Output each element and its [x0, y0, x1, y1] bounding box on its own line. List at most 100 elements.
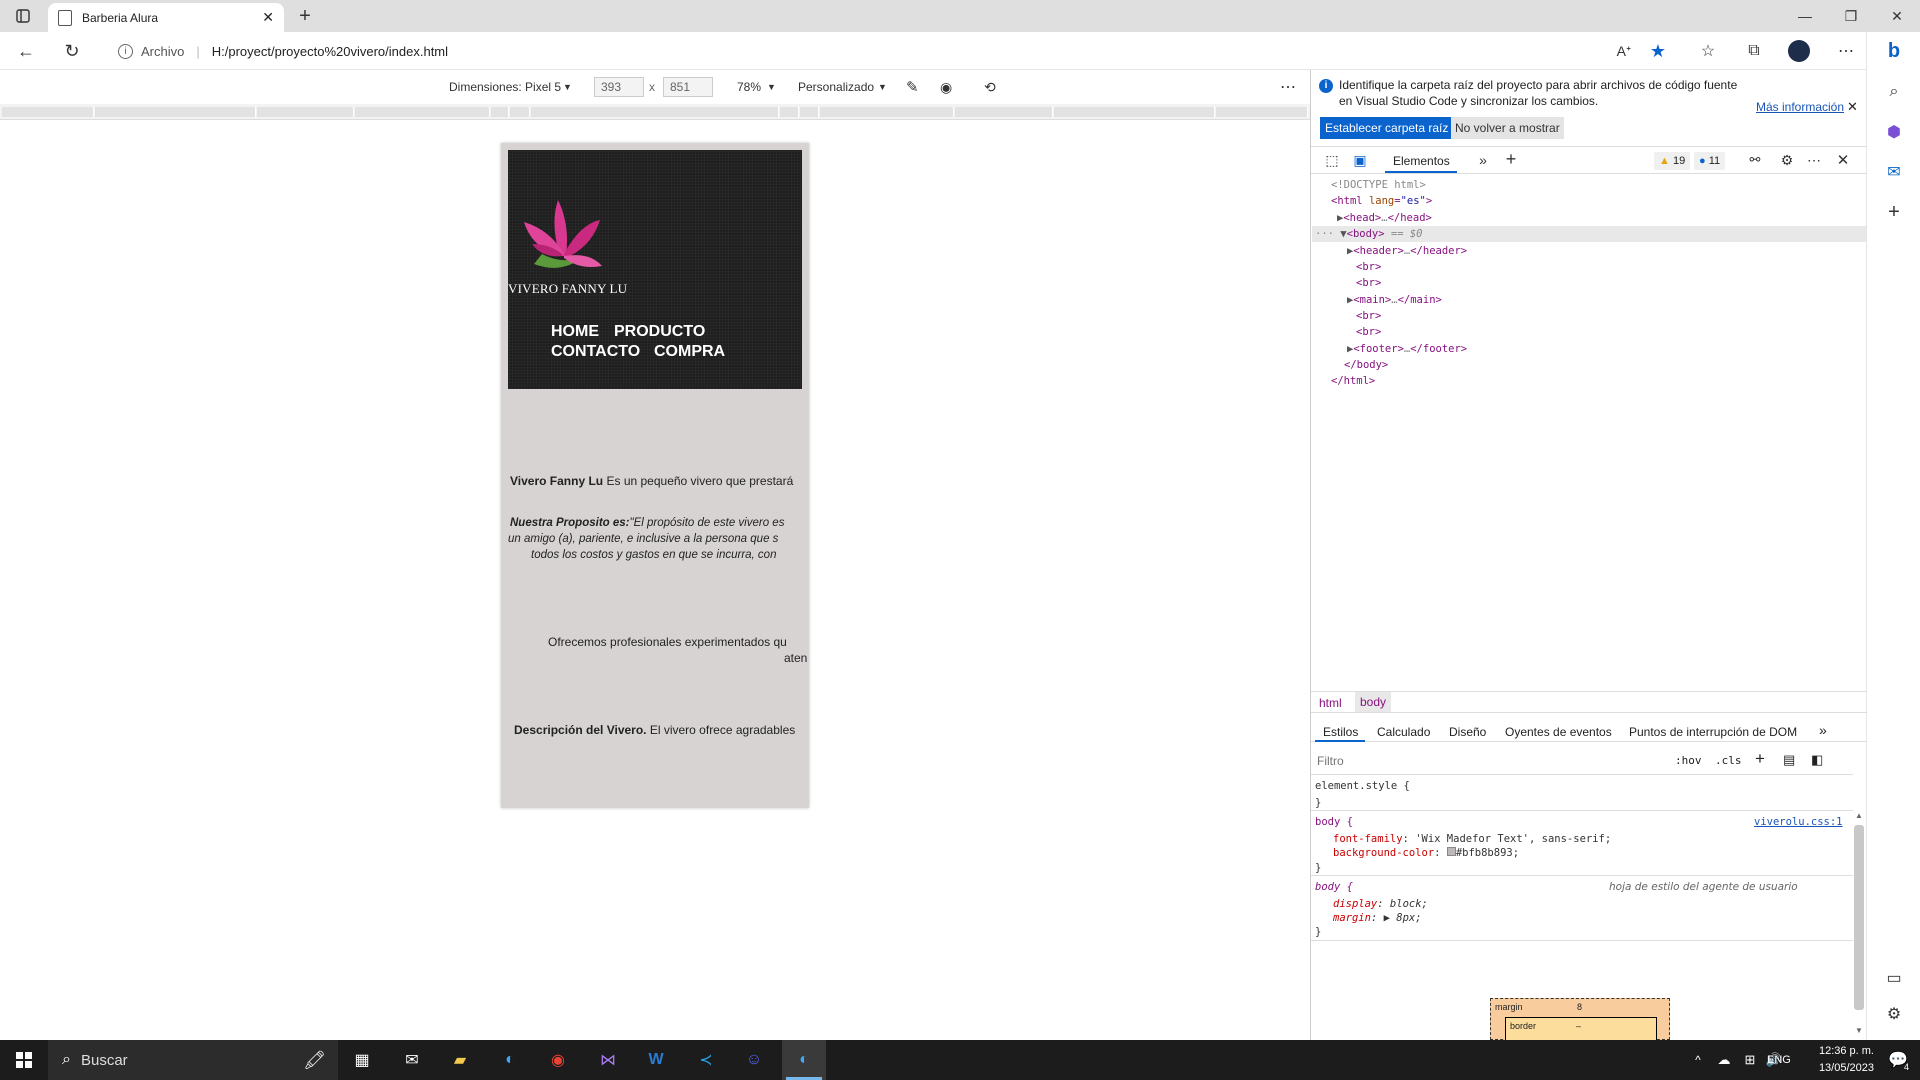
- tab-event-listeners[interactable]: Oyentes de eventos: [1505, 725, 1612, 739]
- dom-header-row[interactable]: ▶<header>…</header>: [1347, 245, 1467, 257]
- ruler-segment[interactable]: [2, 107, 94, 117]
- element-style-rule[interactable]: element.style {: [1315, 780, 1410, 792]
- close-devtools-icon[interactable]: ✕: [1833, 150, 1853, 170]
- devtools-more-icon[interactable]: ⋯: [1804, 150, 1824, 170]
- tools-icon[interactable]: ⬢: [1882, 120, 1906, 144]
- tab-styles[interactable]: Estilos: [1323, 725, 1358, 739]
- discord-icon[interactable]: ☺: [738, 1046, 770, 1074]
- color-swatch[interactable]: [1446, 847, 1456, 856]
- more-info-link[interactable]: Más información: [1756, 100, 1844, 114]
- dom-html-close[interactable]: </html>: [1331, 375, 1375, 387]
- taskbar-search[interactable]: ⌕ Buscar 🖍: [48, 1040, 338, 1080]
- dom-br[interactable]: <br>: [1356, 261, 1381, 273]
- new-rule-icon[interactable]: +: [1755, 749, 1765, 769]
- new-tab-button[interactable]: +: [292, 4, 318, 28]
- tab-layout[interactable]: Diseño: [1449, 725, 1486, 739]
- bing-icon[interactable]: b: [1882, 38, 1906, 64]
- add-tab-icon[interactable]: +: [1501, 149, 1521, 169]
- outlook-icon[interactable]: ✉: [1882, 160, 1906, 184]
- tab-dom-breakpoints[interactable]: Puntos de interrupción de DOM: [1629, 725, 1797, 739]
- mail-icon[interactable]: ✉: [396, 1046, 428, 1074]
- search-highlight-icon[interactable]: 🖍: [303, 1050, 326, 1071]
- ruler-segment[interactable]: [491, 107, 509, 117]
- dom-doctype[interactable]: <!DOCTYPE html>: [1331, 179, 1426, 191]
- ruler-segment[interactable]: [800, 107, 819, 117]
- toggle-sidebar-icon[interactable]: ◧: [1811, 752, 1823, 768]
- expand-arrow-icon[interactable]: ▶: [1384, 912, 1390, 924]
- clock-date[interactable]: 13/05/2023: [1802, 1062, 1874, 1074]
- tab-elements[interactable]: Elementos: [1393, 154, 1450, 168]
- stylesheet-source-link[interactable]: viverolu.css:1: [1754, 816, 1843, 828]
- browser-tab[interactable]: Barberia Alura ✕: [48, 3, 284, 32]
- box-model-margin[interactable]: margin 8 border –: [1490, 998, 1670, 1041]
- network-conditions-icon[interactable]: ⚯: [1745, 150, 1765, 170]
- collections-icon[interactable]: ⧉: [1742, 40, 1766, 62]
- profile-avatar[interactable]: [1788, 40, 1810, 62]
- minimize-button[interactable]: —: [1782, 0, 1828, 32]
- sidebar-toggle-icon[interactable]: ▭: [1882, 966, 1906, 990]
- box-model-border[interactable]: border –: [1505, 1017, 1657, 1041]
- nav-producto[interactable]: PRODUCTO: [614, 323, 705, 341]
- info-icon[interactable]: i: [118, 43, 133, 59]
- rotate-icon[interactable]: ⟲: [984, 79, 996, 96]
- vision-eye-icon[interactable]: ◉: [940, 79, 952, 96]
- word-icon[interactable]: W: [640, 1046, 672, 1074]
- ruler-segment[interactable]: [531, 107, 779, 117]
- close-window-button[interactable]: ✕: [1874, 0, 1920, 32]
- edge-dev-icon[interactable]: ◐: [782, 1040, 826, 1080]
- ruler-segment[interactable]: [1054, 107, 1215, 117]
- ruler-segment[interactable]: [510, 107, 530, 117]
- ruler-segment[interactable]: [820, 107, 954, 117]
- devtools-settings-icon[interactable]: ⚙: [1777, 150, 1797, 170]
- address-bar[interactable]: i Archivo | H:/proyect/proyecto%20vivero…: [104, 36, 1664, 66]
- dom-br[interactable]: <br>: [1356, 326, 1381, 338]
- dom-br[interactable]: <br>: [1356, 310, 1381, 322]
- zoom-select[interactable]: 78%: [737, 80, 761, 94]
- styles-scrollbar[interactable]: [1854, 825, 1864, 1010]
- vscode-icon[interactable]: ≺: [690, 1046, 722, 1074]
- scroll-down-arrow[interactable]: ▼: [1855, 1026, 1863, 1035]
- read-aloud-icon[interactable]: Aᐩ: [1612, 40, 1636, 62]
- lily-logo[interactable]: [520, 194, 604, 281]
- tab-actions-icon[interactable]: [12, 7, 34, 25]
- edge-icon[interactable]: ◐: [494, 1046, 526, 1074]
- dom-main-row[interactable]: ▶<main>…</main>: [1347, 294, 1442, 306]
- settings-gear-icon[interactable]: ⚙: [1882, 1002, 1906, 1026]
- media-query-ruler[interactable]: [0, 104, 1310, 120]
- more-menu-icon[interactable]: ⋯: [1834, 40, 1858, 62]
- body-rule-selector[interactable]: body {: [1315, 816, 1353, 828]
- ua-body-selector[interactable]: body {: [1315, 881, 1353, 893]
- ruler-segment[interactable]: [95, 107, 256, 117]
- notifications-icon[interactable]: 💬: [1882, 1046, 1914, 1074]
- dom-head-row[interactable]: ▶<head>…</head>: [1337, 212, 1432, 224]
- scroll-up-arrow[interactable]: ▲: [1855, 811, 1863, 820]
- width-input[interactable]: [594, 77, 644, 97]
- set-root-folder-button[interactable]: Establecer carpeta raíz: [1320, 117, 1454, 139]
- background-color-decl[interactable]: background-color: #bfb8b893;: [1333, 847, 1519, 859]
- nav-home[interactable]: HOME: [551, 323, 599, 341]
- row-menu-icon[interactable]: ···: [1315, 228, 1340, 240]
- nav-compra[interactable]: COMPRA: [654, 343, 725, 361]
- dom-body-row[interactable]: ··· ▼<body> == $0: [1315, 228, 1423, 240]
- ruler-segment[interactable]: [355, 107, 490, 117]
- styles-filter-input[interactable]: [1315, 750, 1675, 772]
- search-icon[interactable]: ⌕: [1882, 80, 1906, 104]
- file-explorer-icon[interactable]: ▰: [444, 1046, 476, 1074]
- nav-contacto[interactable]: CONTACTO: [551, 343, 640, 361]
- tab-computed[interactable]: Calculado: [1377, 725, 1430, 739]
- height-input[interactable]: [663, 77, 713, 97]
- breadcrumb-html[interactable]: html: [1319, 696, 1342, 710]
- task-view-icon[interactable]: ▦: [346, 1046, 378, 1074]
- refresh-icon[interactable]: ↻: [60, 40, 84, 62]
- dom-html-open[interactable]: <html lang="es">: [1331, 195, 1432, 207]
- ruler-segment[interactable]: [257, 107, 354, 117]
- more-subtabs-icon[interactable]: »: [1819, 722, 1827, 738]
- clock-time[interactable]: 12:36 p. m.: [1802, 1045, 1874, 1057]
- throttle-select[interactable]: Personalizado: [798, 80, 874, 94]
- language-indicator[interactable]: ENG: [1767, 1054, 1791, 1066]
- close-banner-icon[interactable]: ✕: [1847, 99, 1858, 115]
- inspect-icon[interactable]: ⬚: [1321, 150, 1343, 170]
- hov-toggle[interactable]: :hov: [1675, 754, 1702, 767]
- ruler-segment[interactable]: [955, 107, 1053, 117]
- restore-button[interactable]: ❐: [1828, 0, 1874, 32]
